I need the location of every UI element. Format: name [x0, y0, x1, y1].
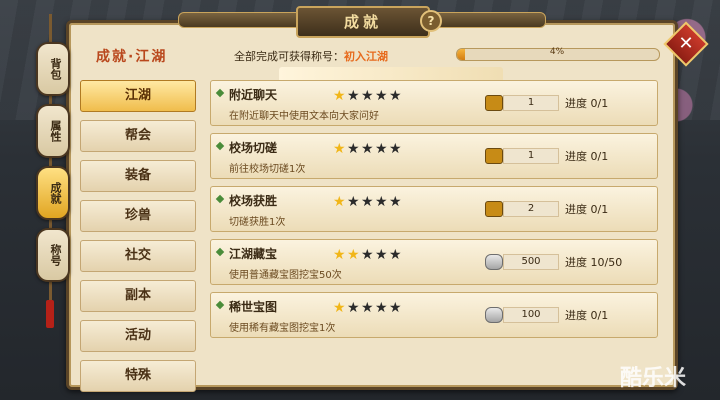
achievement-desc: 切磋获胜1次	[229, 217, 286, 228]
star-icon: ★	[389, 194, 402, 210]
category-list: 江湖 帮会 装备 珍兽 社交 副本 活动 特殊	[74, 80, 200, 400]
watermark: 酷乐米	[620, 366, 687, 391]
star-icon: ★	[333, 194, 346, 210]
bullet-icon	[215, 88, 225, 98]
category-events[interactable]: 活动	[80, 320, 196, 352]
star-icon: ★	[389, 247, 402, 263]
achievement-name: 江湖藏宝	[229, 247, 278, 261]
category-equipment[interactable]: 装备	[80, 160, 196, 192]
star-icon: ★	[347, 247, 360, 263]
achievement-desc: 使用稀有藏宝图挖宝1次	[229, 323, 336, 334]
achievement-desc: 前往校场切磋1次	[229, 164, 306, 175]
achievement-progress: 进度 0/1	[565, 309, 609, 322]
reward-value: 100	[503, 307, 559, 323]
title-wing-right	[424, 12, 546, 28]
star-icon: ★	[333, 300, 346, 316]
category-jianghu[interactable]: 江湖	[80, 80, 196, 112]
star-icon: ★	[333, 88, 346, 104]
achievement-progress: 进度 0/1	[565, 203, 609, 216]
star-icon: ★	[347, 141, 360, 157]
star-icon: ★	[375, 88, 388, 104]
star-icon: ★	[347, 88, 360, 104]
category-pets[interactable]: 珍兽	[80, 200, 196, 232]
achievement-progress: 进度 0/1	[565, 150, 609, 163]
achievement-row: 江湖藏宝 ★★★★★ 使用普通藏宝图挖宝50次 500 进度 10/50	[210, 239, 658, 285]
completion-label: 全部完成可获得称号：	[234, 50, 344, 63]
help-icon[interactable]: ?	[420, 10, 442, 32]
star-icon: ★	[375, 194, 388, 210]
star-icon: ★	[347, 300, 360, 316]
achievement-list: 附近聊天 ★★★★★ 在附近聊天中使用文本向大家问好 1 进度 0/1 校场切磋…	[210, 80, 658, 345]
star-icon: ★	[389, 300, 402, 316]
side-tab-attributes[interactable]: 属性	[36, 104, 70, 158]
side-tab-titles[interactable]: 称号	[36, 228, 70, 282]
silver-ingot-icon	[485, 254, 503, 270]
achievement-desc: 使用普通藏宝图挖宝50次	[229, 270, 342, 281]
side-tab-bag[interactable]: 背包	[36, 42, 70, 96]
achievement-row: 附近聊天 ★★★★★ 在附近聊天中使用文本向大家问好 1 进度 0/1	[210, 80, 658, 126]
gold-ingot-icon	[485, 148, 503, 164]
reward-title: 初入江湖	[344, 50, 388, 63]
star-icon: ★	[389, 88, 402, 104]
achievement-name: 稀世宝图	[229, 300, 278, 314]
page-title: 成就	[296, 6, 430, 38]
star-icon: ★	[361, 194, 374, 210]
tassel	[46, 300, 54, 328]
achievement-row: 校场获胜 ★★★★★ 切磋获胜1次 2 进度 0/1	[210, 186, 658, 232]
silver-ingot-icon	[485, 307, 503, 323]
achievement-progress: 进度 0/1	[565, 97, 609, 110]
side-tab-achievements[interactable]: 成就	[36, 166, 70, 220]
achievement-row: 稀世宝图 ★★★★★ 使用稀有藏宝图挖宝1次 100 进度 0/1	[210, 292, 658, 338]
star-icon: ★	[361, 300, 374, 316]
reward-value: 1	[503, 148, 559, 164]
star-icon: ★	[375, 300, 388, 316]
star-icon: ★	[333, 247, 346, 263]
star-rating: ★★★★★	[333, 191, 403, 210]
category-social[interactable]: 社交	[80, 240, 196, 272]
star-icon: ★	[361, 88, 374, 104]
star-rating: ★★★★★	[333, 85, 403, 104]
category-title: 成就·江湖	[96, 49, 168, 65]
star-rating: ★★★★★	[333, 244, 403, 263]
gold-ingot-icon	[485, 95, 503, 111]
bullet-icon	[215, 247, 225, 257]
star-icon: ★	[333, 141, 346, 157]
star-rating: ★★★★★	[333, 297, 403, 316]
close-icon: ✕	[678, 33, 694, 54]
gold-ingot-icon	[485, 201, 503, 217]
achievement-progress: 进度 10/50	[565, 256, 623, 269]
achievement-name: 校场获胜	[229, 194, 278, 208]
star-rating: ★★★★★	[333, 138, 403, 157]
category-dungeon[interactable]: 副本	[80, 280, 196, 312]
achievement-row: 校场切磋 ★★★★★ 前往校场切磋1次 1 进度 0/1	[210, 133, 658, 179]
star-icon: ★	[361, 247, 374, 263]
star-icon: ★	[375, 247, 388, 263]
bullet-icon	[215, 141, 225, 151]
achievement-name: 校场切磋	[229, 141, 278, 155]
achievement-name: 附近聊天	[229, 88, 278, 102]
completion-reward: 全部完成可获得称号：初入江湖	[234, 48, 388, 64]
category-special[interactable]: 特殊	[80, 360, 196, 392]
bullet-icon	[215, 194, 225, 204]
star-icon: ★	[389, 141, 402, 157]
star-icon: ★	[347, 194, 360, 210]
star-icon: ★	[361, 141, 374, 157]
bullet-icon	[215, 300, 225, 310]
title-wing-left	[178, 12, 300, 28]
reward-value: 2	[503, 201, 559, 217]
achievement-desc: 在附近聊天中使用文本向大家问好	[229, 111, 379, 122]
star-icon: ★	[375, 141, 388, 157]
completion-progress-text: 4%	[549, 47, 565, 57]
category-guild[interactable]: 帮会	[80, 120, 196, 152]
reward-value: 500	[503, 254, 559, 270]
reward-value: 1	[503, 95, 559, 111]
